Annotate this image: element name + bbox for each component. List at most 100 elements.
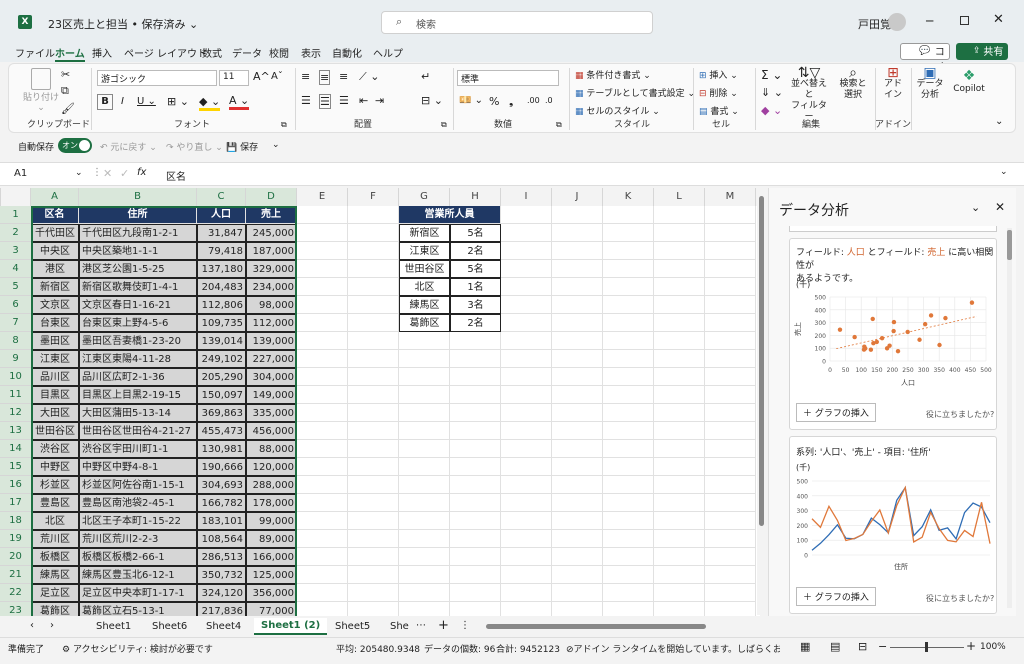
cell[interactable] [603, 494, 654, 512]
cell[interactable] [501, 368, 552, 386]
row-header[interactable]: 5 [0, 278, 31, 296]
insert-chart-button-1[interactable]: ＋ グラフの挿入 [796, 403, 876, 422]
cell[interactable] [297, 494, 348, 512]
comment-button[interactable]: 💬 コメント [900, 43, 950, 103]
cell[interactable] [501, 278, 552, 296]
menu-formulas[interactable]: 数式 [202, 45, 222, 60]
cell[interactable] [705, 260, 756, 278]
cell[interactable] [603, 476, 654, 494]
cell[interactable]: 205,290 [197, 368, 246, 386]
cell[interactable]: 世田谷区世田谷4-21-27 [79, 422, 197, 440]
cell[interactable] [705, 584, 756, 602]
cell[interactable]: 249,102 [197, 350, 246, 368]
cell[interactable] [501, 548, 552, 566]
cell[interactable]: 練馬区豊玉北6-12-1 [79, 566, 197, 584]
name-box[interactable]: A1 [14, 168, 74, 179]
row-header[interactable]: 6 [0, 296, 31, 314]
cell[interactable] [348, 566, 399, 584]
cell[interactable]: 149,000 [246, 386, 297, 404]
cell[interactable] [705, 386, 756, 404]
cell[interactable] [552, 332, 603, 350]
cell[interactable] [705, 512, 756, 530]
cell[interactable]: 335,000 [246, 404, 297, 422]
cell[interactable] [654, 440, 705, 458]
fill-icon[interactable]: ⇓ ⌄ [761, 86, 783, 99]
cell[interactable] [501, 584, 552, 602]
cell[interactable] [297, 548, 348, 566]
cell[interactable] [654, 206, 705, 224]
cell[interactable] [348, 602, 399, 616]
cell[interactable] [603, 458, 654, 476]
align-right-icon[interactable]: ☰ [339, 94, 349, 107]
autosum-icon[interactable]: Σ ⌄ [761, 68, 782, 82]
cell[interactable] [399, 440, 450, 458]
orientation-icon[interactable]: ⟋ ⌄ [359, 70, 379, 84]
column-header[interactable]: M [705, 188, 756, 206]
cell[interactable]: 売上 [246, 206, 297, 224]
column-header[interactable]: C [197, 188, 246, 206]
column-header[interactable]: B [79, 188, 197, 206]
paste-button[interactable]: 貼り付け ⌄ [23, 68, 59, 113]
cell[interactable] [654, 350, 705, 368]
cell[interactable] [654, 314, 705, 332]
cell[interactable] [399, 512, 450, 530]
cell[interactable]: 練馬区 [399, 296, 450, 314]
cell[interactable]: 北区 [31, 512, 79, 530]
wrap-text-icon[interactable]: ↵ [421, 70, 430, 83]
row-header[interactable]: 18 [0, 512, 31, 530]
number-dialog-icon[interactable]: ⧉ [556, 120, 562, 130]
cell[interactable] [297, 476, 348, 494]
vertical-scrollbar[interactable] [757, 190, 766, 615]
row-header[interactable]: 22 [0, 584, 31, 602]
cell[interactable] [348, 224, 399, 242]
sheet-tab[interactable]: Sheet5 [335, 621, 370, 632]
menu-view[interactable]: 表示 [301, 45, 321, 60]
clear-icon[interactable]: ◆ ⌄ [761, 104, 782, 117]
cell[interactable] [654, 494, 705, 512]
cell[interactable] [348, 494, 399, 512]
number-format-select[interactable]: 標準 [457, 70, 559, 86]
format-cells-button[interactable]: ▤ 書式 ⌄ [699, 104, 739, 117]
cell[interactable] [552, 224, 603, 242]
cell[interactable] [654, 512, 705, 530]
cell[interactable] [654, 278, 705, 296]
column-header[interactable]: G [399, 188, 450, 206]
cell[interactable]: 墨田区 [31, 332, 79, 350]
merge-icon[interactable]: ⊟ ⌄ [421, 94, 443, 107]
row-header[interactable]: 11 [0, 386, 31, 404]
align-left-icon[interactable]: ☰ [301, 94, 311, 107]
cell[interactable] [348, 296, 399, 314]
cell[interactable] [399, 476, 450, 494]
border-icon[interactable]: ⊞ ⌄ [167, 95, 189, 108]
cell[interactable]: 150,097 [197, 386, 246, 404]
cell[interactable] [348, 404, 399, 422]
currency-icon[interactable]: 💴 ⌄ [459, 95, 483, 106]
row-header[interactable]: 3 [0, 242, 31, 260]
cell[interactable]: 渋谷区 [31, 440, 79, 458]
zoom-out-icon[interactable]: − [878, 640, 887, 653]
cell[interactable]: 葛飾区 [31, 602, 79, 616]
cell[interactable] [348, 350, 399, 368]
row-header[interactable]: 23 [0, 602, 31, 616]
cell[interactable]: 112,000 [246, 314, 297, 332]
cell[interactable]: 227,000 [246, 350, 297, 368]
cell[interactable] [552, 206, 603, 224]
cell[interactable] [450, 404, 501, 422]
cell[interactable] [654, 530, 705, 548]
cell[interactable] [348, 440, 399, 458]
cell[interactable]: 目黒区 [31, 386, 79, 404]
menu-automate[interactable]: 自動化 [332, 45, 362, 60]
cell[interactable] [501, 314, 552, 332]
cell[interactable] [450, 530, 501, 548]
cell[interactable] [501, 458, 552, 476]
formula-input[interactable]: 区名 [166, 168, 186, 183]
cell[interactable]: 139,000 [246, 332, 297, 350]
cell[interactable]: 304,000 [246, 368, 297, 386]
helpful-link-1[interactable]: 役に立ちましたか? [926, 409, 994, 420]
cell[interactable] [297, 566, 348, 584]
column-header[interactable]: H [450, 188, 501, 206]
row-header[interactable]: 13 [0, 422, 31, 440]
cell[interactable]: 190,666 [197, 458, 246, 476]
row-header[interactable]: 9 [0, 350, 31, 368]
cell[interactable]: 3名 [450, 296, 501, 314]
